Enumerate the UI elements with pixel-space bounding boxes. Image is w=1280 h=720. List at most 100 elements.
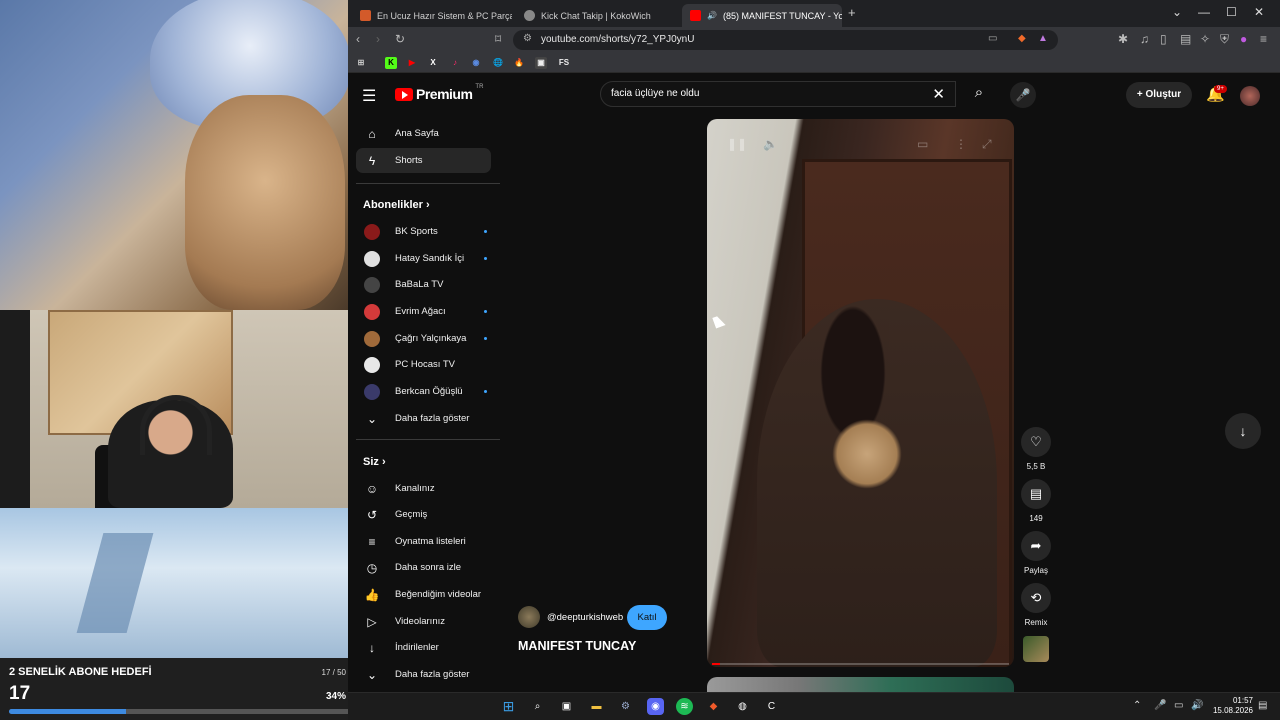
sidebar-icon[interactable]: ▯ bbox=[1160, 32, 1167, 46]
short-channel-row[interactable]: @deepturkishweb bbox=[518, 606, 623, 628]
like-button[interactable]: ♡ bbox=[1021, 427, 1051, 457]
back-icon[interactable]: ‹ bbox=[356, 32, 360, 46]
channel-icon: ☺ bbox=[365, 481, 379, 496]
sidebar-item-history[interactable]: ↺ Geçmiş bbox=[356, 502, 491, 527]
bookmark-x[interactable]: X bbox=[427, 57, 439, 69]
bookmark-site-8[interactable]: ▣ bbox=[535, 57, 547, 69]
maximize-button[interactable]: ☐ bbox=[1226, 5, 1237, 19]
steam-icon[interactable]: ⚙ bbox=[617, 698, 634, 715]
create-button[interactable]: + Oluştur bbox=[1126, 82, 1192, 108]
bookmark-site-6[interactable]: 🌐 bbox=[492, 57, 504, 69]
tab-pc-parts[interactable]: En Ucuz Hazır Sistem & PC Parça Fiya bbox=[352, 4, 512, 27]
hamburger-menu-icon[interactable]: ☰ bbox=[362, 86, 376, 106]
you-show-more[interactable]: ⌄ Daha fazla göster bbox=[356, 662, 491, 687]
wallet-icon[interactable]: ▤ bbox=[1180, 32, 1191, 46]
captions-icon[interactable]: ▭ bbox=[917, 137, 928, 151]
new-content-dot bbox=[484, 310, 487, 313]
subscriptions-heading[interactable]: Abonelikler › bbox=[363, 199, 430, 211]
remix-button[interactable]: ⟲ bbox=[1021, 583, 1051, 613]
site-info-icon[interactable]: ⚙ bbox=[523, 33, 532, 44]
brave-rewards-icon[interactable]: ▲ bbox=[1038, 33, 1048, 44]
clock-date[interactable]: 15.08.2026 bbox=[1203, 706, 1253, 715]
search-icon[interactable]: ⌕ bbox=[529, 698, 546, 715]
bookmark-kick[interactable]: K bbox=[385, 57, 397, 69]
fullscreen-icon[interactable]: ⤢ bbox=[982, 137, 992, 152]
volume-tray-icon[interactable]: 🔊 bbox=[1191, 700, 1203, 711]
next-short-arrow-icon[interactable]: ↓ bbox=[1225, 413, 1261, 449]
minimize-button[interactable]: — bbox=[1198, 5, 1210, 19]
sidebar-item-babala[interactable]: BaBaLa TV bbox=[356, 272, 491, 297]
address-bar[interactable]: ⚙ youtube.com/shorts/y72_YPJ0ynU ▭ ◆ ▲ bbox=[513, 30, 1058, 50]
vpn-icon[interactable]: ⛨ bbox=[1220, 32, 1229, 47]
join-button[interactable]: Katıl bbox=[627, 605, 667, 630]
sidebar-item-downloads[interactable]: ↓ İndirilenler bbox=[356, 635, 491, 660]
sidebar-item-liked-videos[interactable]: 👍 Beğendiğim videolar bbox=[356, 582, 491, 607]
channel-handle[interactable]: @deepturkishweb bbox=[547, 612, 623, 623]
clear-search-icon[interactable]: ✕ bbox=[932, 85, 945, 103]
share-button[interactable]: ➦ bbox=[1021, 531, 1051, 561]
channel-avatar[interactable] bbox=[518, 606, 540, 628]
sidebar-item-shorts[interactable]: ϟ Shorts bbox=[356, 148, 491, 173]
leo-ai-icon[interactable]: ✧ bbox=[1200, 32, 1210, 46]
close-window-button[interactable]: ✕ bbox=[1254, 5, 1264, 19]
sidebar-item-hatay[interactable]: Hatay Sandık İçi bbox=[356, 246, 491, 271]
bookmark-icon[interactable]: ⌑ bbox=[495, 32, 501, 46]
shorts-video-player[interactable]: ❚❚ 🔈 ▭ ⋮ ⤢ bbox=[707, 119, 1014, 667]
cast-icon[interactable]: ▭ bbox=[988, 33, 997, 44]
app-icon[interactable]: ◍ bbox=[734, 698, 751, 715]
volume-icon[interactable]: 🔈 bbox=[763, 137, 778, 151]
voice-search-icon[interactable]: 🎤 bbox=[1010, 82, 1036, 108]
discord-icon[interactable]: ◉ bbox=[647, 698, 664, 715]
sidebar-item-your-videos[interactable]: ▷ Videolarınız bbox=[356, 609, 491, 634]
bookmark-tiktok[interactable]: ♪ bbox=[449, 57, 461, 69]
file-explorer-icon[interactable]: ▬ bbox=[588, 698, 605, 715]
sidebar-item-your-channel[interactable]: ☺ Kanalınız bbox=[356, 476, 491, 501]
subscriptions-show-more[interactable]: ⌄ Daha fazla göster bbox=[356, 406, 491, 431]
youtube-premium-logo[interactable]: Premium TR bbox=[395, 84, 483, 102]
new-tab-button[interactable]: + bbox=[848, 5, 856, 20]
account-avatar[interactable] bbox=[1240, 86, 1260, 106]
microphone-icon[interactable]: 🎤 bbox=[1154, 700, 1166, 711]
tab-search-icon[interactable]: ⌄ bbox=[1172, 5, 1182, 19]
bookmark-site-7[interactable]: 🔥 bbox=[513, 57, 525, 69]
tab-youtube-short[interactable]: 🔊 (85) MANIFEST TUNCAY - You ✕ bbox=[682, 4, 842, 27]
sidebar-item-berkcan[interactable]: Berkcan Öğüşlü bbox=[356, 379, 491, 404]
forward-icon[interactable]: › bbox=[376, 32, 380, 46]
sidebar-item-pc-hocasi[interactable]: PC Hocası TV bbox=[356, 352, 491, 377]
menu-icon[interactable]: ≡ bbox=[1260, 32, 1267, 46]
sidebar-item-bk-sports[interactable]: BK Sports bbox=[356, 219, 491, 244]
more-options-icon[interactable]: ⋮ bbox=[955, 137, 967, 151]
tab-kick-chat[interactable]: Kick Chat Takip | KokoWich bbox=[516, 4, 681, 27]
sidebar-item-watch-later[interactable]: ◷ Daha sonra izle bbox=[356, 555, 491, 580]
apps-grid-icon[interactable]: ⊞ bbox=[355, 57, 367, 69]
you-heading[interactable]: Siz › bbox=[363, 456, 386, 468]
reload-icon[interactable]: ↻ bbox=[395, 32, 405, 46]
media-icon[interactable]: ♫ bbox=[1140, 32, 1149, 46]
sidebar-item-label: Daha fazla göster bbox=[395, 413, 470, 424]
video-progress-bar[interactable] bbox=[712, 663, 1009, 665]
spotify-icon[interactable]: ≋ bbox=[676, 698, 693, 715]
pause-icon[interactable]: ❚❚ bbox=[727, 137, 747, 151]
sidebar-item-evrim-agaci[interactable]: Evrim Ağacı bbox=[356, 299, 491, 324]
comments-button[interactable]: ▤ bbox=[1021, 479, 1051, 509]
clock-time[interactable]: 01:57 bbox=[1213, 696, 1253, 705]
sound-thumbnail[interactable] bbox=[1023, 636, 1049, 662]
brave-browser-icon[interactable]: ◆ bbox=[705, 698, 722, 715]
brave-shield-icon[interactable]: ◆ bbox=[1018, 33, 1026, 44]
bookmark-site-5[interactable]: ◉ bbox=[470, 57, 482, 69]
tray-chevron-up-icon[interactable]: ⌃ bbox=[1133, 700, 1141, 711]
profile-icon[interactable]: ● bbox=[1240, 32, 1247, 46]
notification-center-icon[interactable]: ▤ bbox=[1258, 700, 1267, 711]
bookmark-fs[interactable]: FS bbox=[556, 57, 572, 69]
sidebar-item-playlists[interactable]: ≡ Oynatma listeleri bbox=[356, 529, 491, 554]
sidebar-item-home[interactable]: ⌂ Ana Sayfa bbox=[356, 121, 491, 146]
task-view-icon[interactable]: ▣ bbox=[558, 698, 575, 715]
extensions-icon[interactable]: ✱ bbox=[1118, 32, 1128, 46]
sidebar-item-cagri[interactable]: Çağrı Yalçınkaya bbox=[356, 326, 491, 351]
bookmark-youtube[interactable]: ▶ bbox=[406, 57, 418, 69]
search-button[interactable]: ⌕ bbox=[964, 81, 994, 107]
search-input[interactable]: facia üçlüye ne oldu ✕ bbox=[600, 81, 956, 107]
windows-start-icon[interactable]: ⊞ bbox=[500, 698, 517, 715]
app-c-icon[interactable]: C bbox=[763, 698, 780, 715]
network-icon[interactable]: ▭ bbox=[1174, 700, 1183, 711]
